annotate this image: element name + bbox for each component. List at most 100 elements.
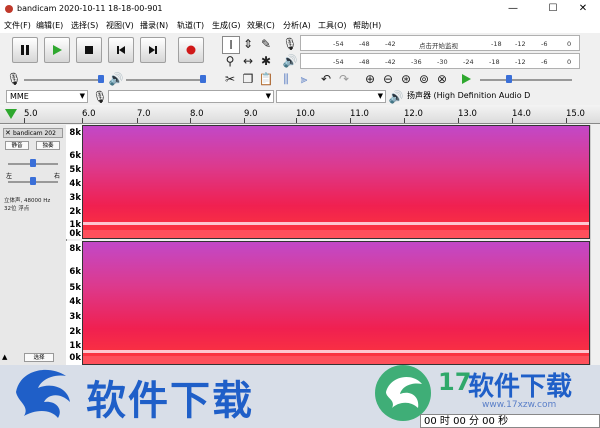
- menu-tools[interactable]: 工具(O): [318, 20, 347, 31]
- silence-button[interactable]: ⫸: [296, 71, 312, 87]
- play-at-speed-button[interactable]: [458, 71, 474, 87]
- track-name-label: bandicam 202: [13, 130, 56, 137]
- ruler-tick-label: 8.0: [190, 109, 204, 119]
- record-volume-knob[interactable]: [98, 75, 104, 83]
- minimize-button[interactable]: —: [496, 0, 530, 18]
- time-shift-tool[interactable]: ↔: [240, 53, 256, 69]
- vertical-scrollbar[interactable]: [590, 125, 600, 365]
- fit-selection-button[interactable]: ⊛: [398, 71, 414, 87]
- paste-button[interactable]: 📋: [258, 71, 274, 87]
- spectrogram-channel-right[interactable]: [82, 241, 590, 365]
- stop-icon: [85, 46, 93, 54]
- frequency-axis-top[interactable]: 8k 6k 5k 4k 3k 2k 1k 0k: [66, 125, 82, 239]
- trim-button[interactable]: ⫼: [278, 71, 294, 87]
- play-head-icon[interactable]: [4, 107, 18, 121]
- playback-meter[interactable]: -54 -48 -42 -36 -30 -24 -18 -12 -6 0: [300, 53, 580, 69]
- speaker-icon: 🔊: [388, 90, 404, 104]
- freq-label: 8k: [69, 244, 81, 254]
- timeline-ruler[interactable]: 5.0 6.0 7.0 8.0 9.0 10.0 11.0 12.0 13.0 …: [0, 105, 600, 124]
- redo-icon: ↷: [338, 72, 350, 86]
- double-arrow-icon: ↔: [242, 54, 254, 68]
- track-rate-label: 立体声, 48000 Hz: [4, 198, 51, 204]
- frequency-axis-bottom[interactable]: 8k 6k 5k 4k 3k 2k 1k 0k: [66, 241, 82, 365]
- spectrogram-channel-left[interactable]: [82, 125, 590, 239]
- close-button[interactable]: ✕: [566, 0, 600, 18]
- zoom-out-button[interactable]: ⊖: [380, 71, 396, 87]
- menu-transport[interactable]: 播录(N): [140, 20, 168, 31]
- gain-knob[interactable]: [30, 159, 36, 167]
- ruler-tick-label: 11.0: [350, 109, 369, 119]
- time-display[interactable]: 00 时 00 分 00 秒: [420, 414, 600, 428]
- menu-edit[interactable]: 编辑(E): [36, 20, 63, 31]
- menu-file[interactable]: 文件(F): [4, 20, 31, 31]
- skip-to-end-button[interactable]: [140, 37, 166, 63]
- collapse-icon[interactable]: ▲: [2, 353, 7, 361]
- zoom-tool[interactable]: ⚲: [222, 53, 238, 69]
- play-button[interactable]: [44, 37, 70, 63]
- output-device-select[interactable]: 扬声器 (High Definition Audio D: [404, 90, 570, 103]
- redo-button[interactable]: ↷: [336, 71, 352, 87]
- multi-tool[interactable]: ✱: [258, 53, 274, 69]
- skip-to-start-button[interactable]: [108, 37, 134, 63]
- select-track-button[interactable]: 选择: [24, 353, 54, 362]
- ruler-tick: [137, 118, 138, 123]
- meter-tick: -6: [541, 58, 548, 66]
- device-toolbar: MME ▼ 🎙 ▼ ▼ 🔊 扬声器 (High Definition Audio…: [0, 89, 600, 105]
- mute-button[interactable]: 静音: [5, 141, 29, 150]
- menu-generate[interactable]: 生成(G): [212, 20, 240, 31]
- menu-view[interactable]: 视图(V): [106, 20, 134, 31]
- maximize-button[interactable]: ☐: [536, 0, 570, 18]
- zoom-toggle-icon: ⊗: [436, 72, 448, 86]
- meter-tick: -6: [541, 40, 548, 48]
- pan-knob[interactable]: [30, 177, 36, 185]
- ruler-tick-label: 12.0: [404, 109, 423, 119]
- menu-select[interactable]: 选择(S): [71, 20, 98, 31]
- play-icon: [462, 74, 471, 84]
- microphone-icon: 🎙: [92, 90, 108, 104]
- solo-button[interactable]: 独奏: [36, 141, 60, 150]
- cut-button[interactable]: ✂: [222, 71, 238, 87]
- menu-tracks[interactable]: 轨道(T): [177, 20, 204, 31]
- pause-icon: [21, 45, 29, 55]
- stop-button[interactable]: [76, 37, 102, 63]
- track-name-menu[interactable]: ✕ bandicam 202: [3, 128, 63, 138]
- copy-button[interactable]: ❐: [240, 71, 256, 87]
- trim-icon: ⫼: [283, 71, 289, 86]
- record-volume-icon-wrap: 🎙: [6, 71, 22, 87]
- track-control-panel[interactable]: ✕ bandicam 202 静音 独奏 左 右 立体声, 48000 Hz 3…: [0, 125, 67, 365]
- input-channels-select[interactable]: ▼: [276, 90, 386, 103]
- close-icon[interactable]: ✕: [5, 129, 11, 137]
- meter-tick: -42: [385, 40, 396, 48]
- envelope-tool[interactable]: ⇕: [240, 36, 256, 52]
- draw-tool[interactable]: ✎: [258, 36, 274, 52]
- playback-volume-slider[interactable]: [126, 79, 206, 81]
- meter-tick: -54: [333, 40, 344, 48]
- fit-project-button[interactable]: ⊚: [416, 71, 432, 87]
- menu-bar: 文件(F) 编辑(E) 选择(S) 视图(V) 播录(N) 轨道(T) 生成(G…: [0, 18, 600, 34]
- ruler-tick-label: 6.0: [82, 109, 96, 119]
- selection-tool[interactable]: I: [222, 36, 240, 54]
- record-volume-slider[interactable]: [24, 79, 104, 81]
- play-speed-slider[interactable]: [480, 79, 572, 81]
- toolbar-area: I ⇕ ✎ ⚲ ↔ ✱ 🎙 🔊 -54 -48 -42 点击开始监视 -18 -…: [0, 33, 600, 89]
- click-to-monitor-label[interactable]: 点击开始监视: [419, 40, 458, 50]
- ruler-tick: [458, 118, 459, 123]
- playback-meter-button[interactable]: 🔊: [282, 53, 298, 69]
- play-speed-knob[interactable]: [506, 75, 512, 83]
- menu-analyze[interactable]: 分析(A): [283, 20, 311, 31]
- input-device-select[interactable]: ▼: [108, 90, 274, 103]
- record-button[interactable]: [178, 37, 204, 63]
- output-device-value: 扬声器 (High Definition Audio D: [407, 91, 531, 100]
- pause-button[interactable]: [12, 37, 38, 63]
- zoom-in-button[interactable]: ⊕: [362, 71, 378, 87]
- record-meter[interactable]: -54 -48 -42 点击开始监视 -18 -12 -6 0: [300, 35, 580, 51]
- undo-button[interactable]: ↶: [318, 71, 334, 87]
- zoom-toggle-button[interactable]: ⊗: [434, 71, 450, 87]
- meter-tick: -24: [463, 58, 474, 66]
- playback-volume-knob[interactable]: [200, 75, 206, 83]
- menu-help[interactable]: 帮助(H): [353, 20, 381, 31]
- audio-host-select[interactable]: MME ▼: [6, 90, 88, 103]
- freq-label: 6k: [69, 267, 81, 277]
- record-meter-button[interactable]: 🎙: [282, 36, 298, 52]
- menu-effect[interactable]: 效果(C): [247, 20, 275, 31]
